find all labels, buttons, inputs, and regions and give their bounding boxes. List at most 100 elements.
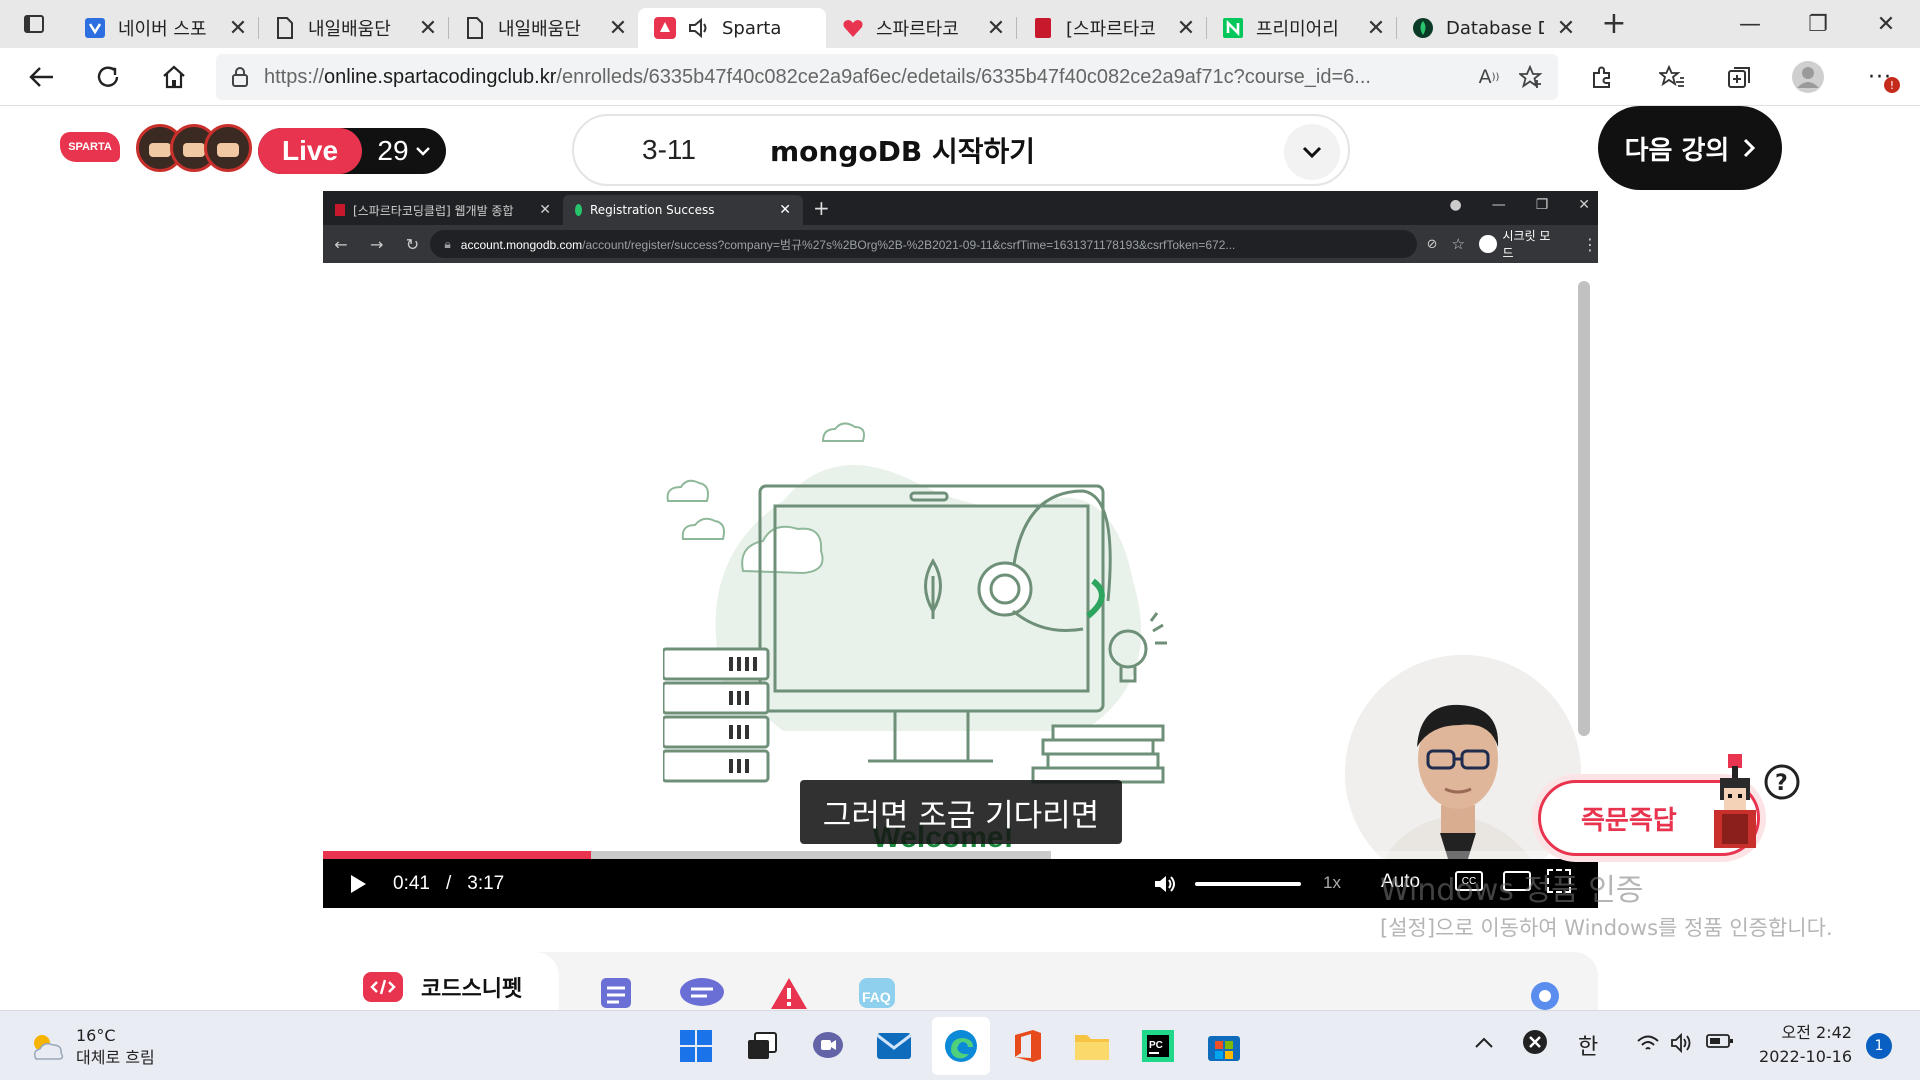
store-icon — [1208, 1036, 1240, 1061]
speaker-icon[interactable] — [688, 17, 710, 39]
tab-actions-icon — [24, 15, 44, 33]
video-time: 0:41 / 3:17 — [393, 873, 504, 895]
mongodb-leaf-icon — [575, 204, 582, 216]
tab-title: Database D — [1446, 17, 1544, 39]
browser-tab[interactable]: 네이버 스포 ✕ — [68, 8, 258, 48]
volume-tray-icon[interactable] — [1670, 1032, 1696, 1058]
lecture-dropdown-button[interactable] — [1284, 124, 1340, 180]
tab-actions-button[interactable] — [0, 0, 68, 48]
microsoft-store-button[interactable] — [1204, 1026, 1244, 1066]
next-lecture-label: 다음 강의 — [1624, 135, 1730, 166]
minimize-button[interactable]: — — [1716, 0, 1784, 48]
tab-close-icon[interactable]: ✕ — [418, 16, 438, 41]
video-player[interactable]: [스파르타코딩클럽] 웹개발 종합 ✕ Registration Success… — [323, 191, 1598, 908]
chat-icon[interactable] — [679, 976, 725, 1014]
collections-button[interactable] — [1720, 57, 1760, 97]
teams-chat-button[interactable] — [808, 1026, 848, 1066]
browser-tab[interactable]: 스파르타코 ✕ — [826, 8, 1016, 48]
playback-speed-button[interactable]: 1x — [1323, 873, 1341, 893]
video-progress-bar[interactable] — [323, 851, 1598, 859]
refresh-button[interactable] — [88, 57, 128, 97]
play-button[interactable] — [323, 874, 393, 894]
settings-gear-icon[interactable] — [1525, 976, 1565, 1014]
duration: 3:17 — [467, 872, 505, 894]
star-icon: ☆ — [1451, 235, 1465, 253]
minimize-icon: — — [1491, 197, 1506, 213]
tab-close-icon[interactable]: ✕ — [608, 16, 628, 41]
tab-close-icon[interactable]: ✕ — [228, 16, 248, 41]
ime-indicator[interactable]: 한 — [1578, 1029, 1598, 1061]
volume-slider[interactable] — [1195, 882, 1301, 886]
partly-cloudy-icon — [33, 1035, 64, 1060]
tab-close-icon[interactable]: ✕ — [1556, 16, 1576, 41]
video-browser-nav: ← → ↻ — [323, 235, 430, 254]
live-viewers-button[interactable]: Live 29 — [258, 128, 446, 174]
tab-close-icon[interactable]: ✕ — [986, 16, 1006, 41]
faq-icon[interactable]: FAQ — [857, 976, 897, 1014]
volume-icon — [1155, 876, 1175, 892]
live-label: Live — [258, 128, 362, 174]
browser-tab[interactable]: Database D ✕ — [1396, 8, 1586, 48]
sparta-heart-icon — [842, 17, 864, 39]
sparta-logo[interactable]: SPARTA — [60, 132, 120, 162]
close-icon: ✕ — [1578, 197, 1590, 213]
weather-description: 대체로 흐림 — [76, 1048, 155, 1067]
battery-icon[interactable] — [1706, 1033, 1734, 1054]
tab-close-icon[interactable]: ✕ — [1366, 16, 1386, 41]
new-tab-button[interactable]: + — [1592, 4, 1636, 44]
lecture-selector[interactable]: 3-11 mongoDB 시작하기 — [572, 114, 1350, 186]
wifi-icon[interactable] — [1636, 1033, 1660, 1058]
start-button[interactable] — [676, 1026, 716, 1066]
home-button[interactable] — [154, 57, 194, 97]
read-aloud-icon[interactable]: A)) — [1474, 62, 1504, 92]
browser-tab[interactable]: [스파르타코 ✕ — [1016, 8, 1206, 48]
close-icon: ✕ — [779, 202, 791, 218]
incognito-indicator: 시크릿 모드 — [1478, 227, 1560, 261]
office-app-button[interactable] — [1008, 1026, 1048, 1066]
next-lecture-button[interactable]: 다음 강의 — [1598, 106, 1782, 190]
settings-more-button[interactable]: ··· ! — [1860, 57, 1900, 97]
url-text[interactable]: https://online.spartacodingclub.kr/enrol… — [264, 66, 1444, 89]
back-button[interactable] — [22, 57, 62, 97]
play-icon — [351, 874, 366, 893]
browser-tab[interactable]: 내일배움단 ✕ — [448, 8, 638, 48]
video-browser-tab: Registration Success ✕ — [563, 195, 803, 225]
collections-icon — [1728, 67, 1750, 88]
refresh-icon: ↻ — [405, 234, 420, 254]
checklist-icon[interactable] — [599, 976, 633, 1014]
browser-tab[interactable]: 프리미어리 ✕ — [1206, 8, 1396, 48]
lock-icon[interactable] — [216, 66, 264, 88]
tab-close-icon[interactable]: ✕ — [1176, 16, 1196, 41]
tab-title: 프리미어리 — [1256, 19, 1339, 40]
browser-tab[interactable]: 내일배움단 ✕ — [258, 8, 448, 48]
extensions-button[interactable] — [1582, 57, 1622, 97]
more-vertical-icon: ⋮ — [1582, 234, 1598, 254]
chevron-up-icon[interactable] — [1474, 1033, 1494, 1054]
favorites-button[interactable] — [1652, 57, 1692, 97]
code-snippet-label: 코드스니펫 — [421, 977, 523, 1002]
file-explorer-button[interactable] — [1072, 1026, 1112, 1066]
browser-tab-active[interactable]: Sparta — [638, 8, 826, 48]
warning-icon[interactable] — [769, 976, 809, 1014]
browser-tab-strip: 네이버 스포 ✕ 내일배움단 ✕ 내일배움단 ✕ Sparta 스파르타코 ✕ … — [0, 0, 1920, 48]
close-window-button[interactable]: ✕ — [1852, 0, 1920, 48]
taskbar-clock[interactable]: 오전 2:42 2022-10-16 — [1752, 1021, 1852, 1069]
spartan-mascot-icon[interactable]: ? — [1706, 752, 1816, 862]
add-favorite-icon[interactable] — [1516, 62, 1546, 92]
chevron-down-icon — [1302, 146, 1322, 158]
notification-badge[interactable]: 1 — [1866, 1033, 1892, 1059]
chevron-down-icon — [415, 147, 430, 156]
edge-app-button[interactable] — [941, 1026, 981, 1066]
close-circle-icon[interactable] — [1522, 1029, 1548, 1060]
volume-control[interactable] — [1153, 873, 1301, 895]
mail-app-button[interactable] — [874, 1026, 914, 1066]
incognito-icon — [1478, 235, 1497, 253]
live-viewer-avatars — [136, 124, 254, 172]
address-bar[interactable]: https://online.spartacodingclub.kr/enrol… — [216, 54, 1558, 100]
task-view-button[interactable] — [742, 1026, 782, 1066]
pycharm-app-button[interactable]: PC — [1138, 1026, 1178, 1066]
weather-widget[interactable]: 16°C 대체로 흐림 — [28, 1025, 155, 1069]
code-icon — [363, 972, 403, 1002]
profile-button[interactable] — [1788, 57, 1828, 97]
maximize-button[interactable]: ❐ — [1784, 0, 1852, 48]
